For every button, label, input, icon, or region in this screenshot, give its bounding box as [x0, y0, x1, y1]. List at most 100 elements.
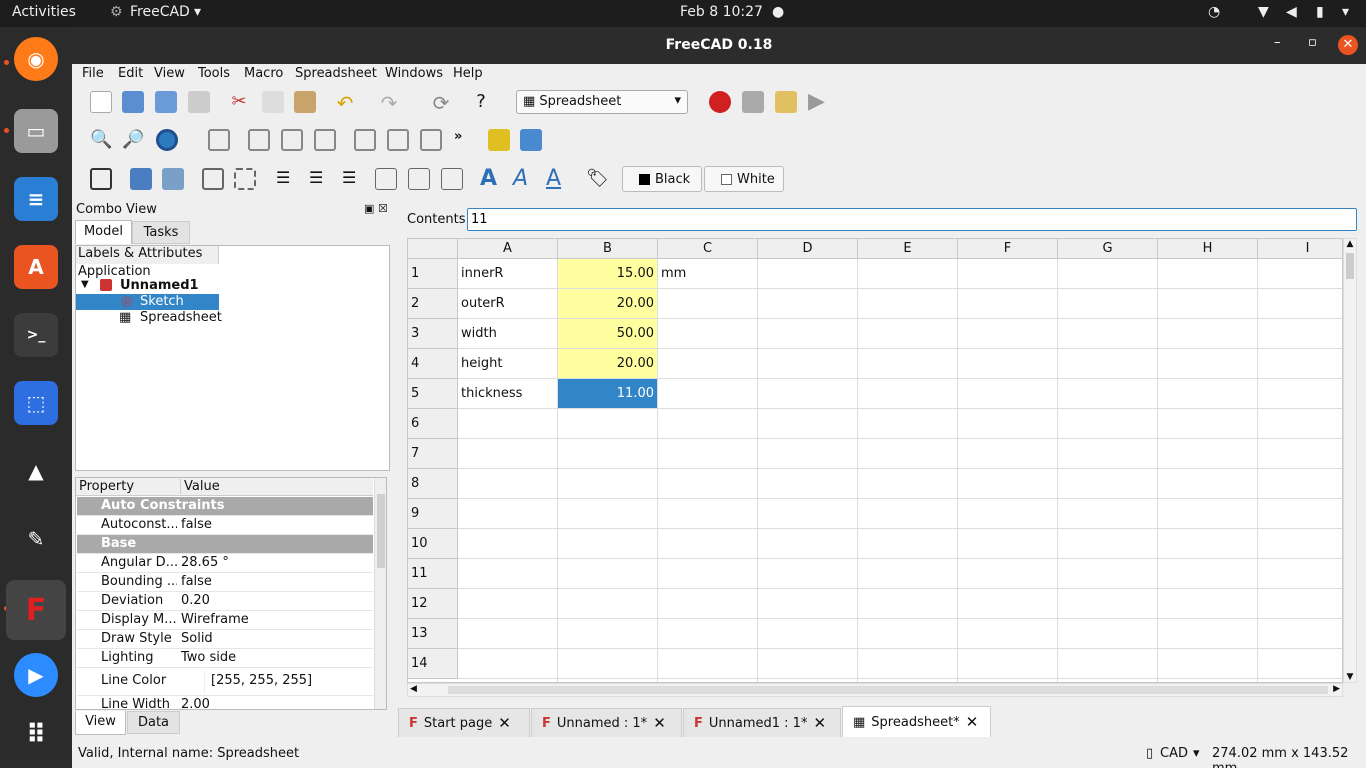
vertical-scrollbar[interactable]: ▲ ▼: [1343, 238, 1357, 683]
menu-windows[interactable]: Windows: [385, 66, 443, 81]
tab-unnamed1[interactable]: F Unnamed1 : 1* ✕: [683, 708, 841, 737]
tree-document[interactable]: Unnamed1: [120, 278, 199, 293]
software-icon[interactable]: A: [14, 245, 58, 289]
whats-this-icon[interactable]: ?: [470, 91, 492, 113]
copy-icon[interactable]: [262, 91, 284, 113]
edit-macro-icon[interactable]: [775, 91, 797, 113]
row-header[interactable]: 5: [408, 379, 458, 409]
row-header[interactable]: 6: [408, 409, 458, 439]
align-right-icon[interactable]: ☰: [342, 168, 364, 190]
cell-a1[interactable]: innerR: [458, 259, 558, 289]
menu-tools[interactable]: Tools: [198, 66, 230, 81]
chat-icon[interactable]: ◔: [1208, 4, 1220, 20]
background-color-button[interactable]: White: [704, 166, 784, 192]
chevron-down-icon[interactable]: ▾: [1193, 746, 1200, 761]
property-value[interactable]: 0.20: [181, 593, 210, 608]
property-row[interactable]: Display M... Wireframe: [77, 611, 373, 630]
align-vcenter-icon[interactable]: [408, 168, 430, 190]
freecad-icon[interactable]: F: [6, 580, 66, 640]
maximize-icon[interactable]: ▫: [1308, 35, 1317, 50]
gimp-icon[interactable]: ✎: [14, 517, 58, 561]
col-header[interactable]: A: [458, 239, 558, 259]
volume-icon[interactable]: ◀: [1286, 4, 1297, 20]
workbench-selector[interactable]: ▦ Spreadsheet ▾: [516, 90, 688, 114]
paste-icon[interactable]: [294, 91, 316, 113]
cell-a4[interactable]: height: [458, 349, 558, 379]
front-view-icon[interactable]: [248, 129, 270, 151]
cell-a2[interactable]: outerR: [458, 289, 558, 319]
cell-b5-selected[interactable]: 11.00: [558, 379, 658, 409]
property-row[interactable]: Deviation 0.20: [77, 592, 373, 611]
open-file-icon[interactable]: [122, 91, 144, 113]
row-header[interactable]: 14: [408, 649, 458, 679]
right-view-icon[interactable]: [314, 129, 336, 151]
firefox-icon[interactable]: ◉: [14, 37, 58, 81]
activities-button[interactable]: Activities: [12, 4, 76, 20]
tree-item-sketch-selected[interactable]: ◎ Sketch: [76, 294, 219, 310]
zoom-icon[interactable]: ▶: [14, 653, 58, 697]
group-icon[interactable]: [520, 129, 542, 151]
align-center-icon[interactable]: ☰: [309, 168, 331, 190]
save-as-icon[interactable]: [188, 91, 210, 113]
draw-style-icon[interactable]: [156, 129, 178, 151]
expand-arrow-icon[interactable]: ▼: [81, 279, 89, 290]
fit-all-icon[interactable]: 🔍: [90, 129, 112, 151]
align-bottom-icon[interactable]: [441, 168, 463, 190]
foreground-color-button[interactable]: Black: [622, 166, 702, 192]
import-icon[interactable]: [130, 168, 152, 190]
rear-view-icon[interactable]: [354, 129, 376, 151]
row-header[interactable]: 2: [408, 289, 458, 319]
scroll-right-icon[interactable]: ▶: [1333, 684, 1340, 694]
align-left-icon[interactable]: ☰: [276, 168, 298, 190]
close-tab-icon[interactable]: ✕: [498, 714, 511, 732]
close-tab-icon[interactable]: ✕: [813, 714, 826, 732]
scrollbar-thumb[interactable]: [448, 686, 1328, 694]
screenshot-icon[interactable]: ⬚: [14, 381, 58, 425]
tab-start-page[interactable]: F Start page ✕: [398, 708, 530, 737]
app-menu-label[interactable]: FreeCAD: [130, 4, 190, 20]
alias-icon[interactable]: 🏷: [586, 168, 609, 190]
export-icon[interactable]: [162, 168, 184, 190]
cell-c1[interactable]: mm: [658, 259, 758, 289]
tab-spreadsheet-active[interactable]: ▦ Spreadsheet* ✕: [842, 706, 991, 737]
property-value[interactable]: Solid: [181, 631, 213, 646]
tab-unnamed[interactable]: F Unnamed : 1* ✕: [531, 708, 682, 737]
col-header[interactable]: E: [858, 239, 958, 259]
split-cells-icon[interactable]: [234, 168, 256, 190]
menu-macro[interactable]: Macro: [244, 66, 283, 81]
menu-help[interactable]: Help: [453, 66, 483, 81]
scrollbar-thumb[interactable]: [377, 494, 385, 568]
horizontal-scrollbar[interactable]: ◀ ▶: [407, 683, 1343, 697]
merge-cells-icon[interactable]: [202, 168, 224, 190]
cell-a5[interactable]: thickness: [458, 379, 558, 409]
terminal-icon[interactable]: >_: [14, 313, 58, 357]
property-row[interactable]: Autoconst... false: [77, 516, 373, 535]
scroll-left-icon[interactable]: ◀: [410, 684, 417, 694]
tab-view[interactable]: View: [75, 711, 126, 735]
property-value[interactable]: false: [181, 574, 212, 589]
record-macro-icon[interactable]: [709, 91, 731, 113]
col-header[interactable]: G: [1058, 239, 1158, 259]
col-header[interactable]: B: [558, 239, 658, 259]
bold-icon[interactable]: A: [480, 166, 502, 191]
save-icon[interactable]: [155, 91, 177, 113]
property-row[interactable]: Lighting Two side: [77, 649, 373, 668]
row-header[interactable]: 12: [408, 589, 458, 619]
files-icon[interactable]: ▭: [14, 109, 58, 153]
new-file-icon[interactable]: [90, 91, 112, 113]
menu-view[interactable]: View: [154, 66, 185, 81]
row-header[interactable]: 10: [408, 529, 458, 559]
tab-model[interactable]: Model: [75, 220, 132, 244]
row-header[interactable]: 7: [408, 439, 458, 469]
row-header[interactable]: 4: [408, 349, 458, 379]
property-row[interactable]: Angular D... 28.65 °: [77, 554, 373, 573]
float-icon[interactable]: ▣: [364, 202, 374, 215]
row-header[interactable]: 11: [408, 559, 458, 589]
cell-b3[interactable]: 50.00: [558, 319, 658, 349]
app-menu-icon[interactable]: ⚙: [110, 4, 123, 20]
tree-spreadsheet[interactable]: Spreadsheet: [140, 310, 222, 325]
property-row[interactable]: Line Color [255, 255, 255]: [77, 668, 373, 696]
redo-icon[interactable]: ↷: [378, 91, 400, 115]
close-tab-icon[interactable]: ✕: [653, 714, 666, 732]
create-spreadsheet-icon[interactable]: [90, 168, 112, 190]
